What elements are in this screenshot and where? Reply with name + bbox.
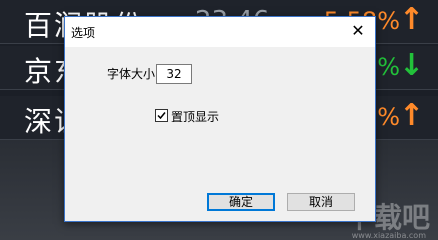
checkmark-icon bbox=[157, 112, 166, 120]
arrow-down-icon: ↓ bbox=[398, 48, 424, 83]
always-on-top-label: 置顶显示 bbox=[171, 110, 220, 124]
arrow-up-icon: ↑ bbox=[398, 98, 424, 133]
always-on-top-checkbox[interactable] bbox=[155, 109, 168, 122]
arrow-up-icon: ↑ bbox=[398, 2, 424, 37]
cancel-button[interactable]: 取消 bbox=[287, 193, 355, 211]
ok-button[interactable]: 确定 bbox=[207, 193, 275, 211]
close-icon[interactable]: ✕ bbox=[349, 22, 367, 40]
dialog-titlebar[interactable]: 选项 ✕ bbox=[65, 17, 375, 47]
stock-change-percent: % bbox=[377, 53, 400, 81]
font-size-input[interactable] bbox=[156, 64, 192, 84]
dialog-title: 选项 bbox=[71, 26, 96, 40]
font-size-label: 字体大小: bbox=[107, 67, 160, 81]
options-dialog: 选项 ✕ 字体大小: 置顶显示 确定 取消 bbox=[64, 16, 376, 222]
watermark-url: www.xiazaiba.com bbox=[351, 231, 426, 240]
